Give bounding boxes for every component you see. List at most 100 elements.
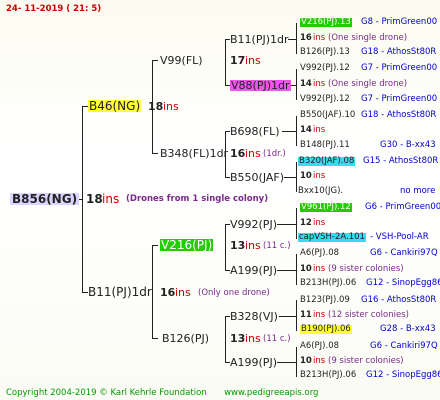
- gen4-ins-num: 10: [300, 356, 312, 366]
- gen4-queen-id[interactable]: V961(PJ).12: [300, 203, 352, 212]
- gen4-note: (9 sister colonies): [328, 356, 404, 366]
- root-ins-num: 18: [86, 192, 103, 206]
- website-link[interactable]: www.pedigreeapis.org: [224, 388, 318, 398]
- root-queen-id[interactable]: B856(NG): [10, 193, 80, 205]
- gen4-origin: G18 - AthosSt80R: [361, 110, 437, 120]
- connector: [282, 131, 296, 132]
- gen4-note: (12 sister colonies): [328, 310, 409, 320]
- sire-ins-num: 18: [148, 100, 164, 113]
- gen4-ins-num: 14: [300, 79, 312, 89]
- gen4-ins-word: ins: [313, 79, 326, 89]
- gen4-note: (One single drone): [328, 33, 408, 43]
- gen4-queen-id[interactable]: B126(PJ).13: [300, 48, 350, 57]
- dam-ins-word: ins: [175, 286, 191, 299]
- gen4-queen-id[interactable]: B213H(PJ).06: [300, 279, 356, 288]
- gen2-note: (11 c.): [263, 241, 291, 251]
- gen4-ins-word: ins: [313, 218, 326, 228]
- connector: [296, 300, 297, 331]
- connector: [277, 362, 296, 363]
- gen4-queen-id[interactable]: V992(PJ).12: [300, 95, 350, 104]
- connector: [277, 270, 296, 271]
- gen4-ins-word: ins: [313, 171, 326, 181]
- gen4-ins-num: 12: [300, 218, 312, 228]
- gen4-queen-id[interactable]: A6(PJ).08: [300, 342, 339, 351]
- gen3-queen-id[interactable]: B11(PJ)1dr: [230, 34, 289, 45]
- gen4-queen-id[interactable]: B148(PJ).11: [300, 141, 350, 150]
- gen4-origin: G8 - PrimGreen00: [361, 17, 438, 27]
- gen4-queen-id[interactable]: capVSH-2A.101: [298, 233, 366, 242]
- gen4-ins-num: 10: [300, 171, 312, 181]
- gen4-origin: G18 - AthosSt80R: [361, 47, 437, 57]
- generation-date: 24- 11-2019 ( 21: 5): [6, 4, 102, 14]
- dam-queen-id[interactable]: B11(PJ)1dr: [88, 286, 152, 298]
- gen4-origin: no more: [400, 186, 436, 196]
- connector: [296, 116, 297, 146]
- gen4-origin: G6 - PrimGreen00: [365, 202, 440, 212]
- connector: [296, 162, 297, 192]
- dam-ins-num: 16: [160, 286, 176, 299]
- gen4-queen-id[interactable]: V216(PJ).13: [300, 18, 352, 27]
- gen3-queen-id[interactable]: B698(FL): [230, 126, 280, 137]
- connector: [284, 177, 296, 178]
- gen4-ins-num: 10: [300, 264, 312, 274]
- gen2-ins-num: 17: [230, 54, 246, 67]
- gen2-queen-id[interactable]: B348(FL)1dr: [160, 148, 228, 159]
- connector: [152, 245, 158, 246]
- gen2-ins-num: 16: [230, 147, 246, 160]
- gen3-queen-id[interactable]: V88(PJ)1dr: [230, 80, 291, 91]
- root-ins-word: ins: [102, 192, 120, 206]
- gen4-ins-num: 14: [300, 125, 312, 135]
- connector: [290, 85, 296, 86]
- gen2-ins-num: 13: [230, 239, 246, 252]
- gen4-queen-id[interactable]: B320(JAF).08: [298, 157, 356, 166]
- connector: [152, 338, 158, 339]
- connector: [296, 254, 297, 285]
- gen4-origin: G6 - Cankiri97Q: [370, 341, 438, 351]
- gen3-queen-id[interactable]: V992(PJ): [230, 219, 277, 230]
- connector: [288, 39, 296, 40]
- gen4-origin: G12 - SinopEgg86R: [366, 370, 440, 380]
- connector: [279, 316, 296, 317]
- gen4-queen-id[interactable]: B213H(PJ).06: [300, 371, 356, 380]
- gen2-ins-num: 13: [230, 332, 246, 345]
- gen4-ins-word: ins: [313, 264, 326, 274]
- connector: [152, 60, 158, 61]
- gen4-queen-id[interactable]: A6(PJ).08: [300, 249, 339, 258]
- gen4-queen-id[interactable]: V992(PJ).12: [300, 64, 350, 73]
- copyright-text: Copyright 2004-2019 © Karl Kehrle Founda…: [6, 388, 207, 398]
- gen4-origin: - VSH-Pool-AR: [370, 232, 429, 242]
- connector: [152, 153, 158, 154]
- dam-note: (Only one drone): [198, 288, 270, 298]
- connector: [296, 23, 297, 54]
- gen4-queen-id[interactable]: B190(PJ).06: [300, 325, 352, 334]
- gen3-queen-id[interactable]: B550(JAF): [230, 172, 284, 183]
- connector: [82, 106, 83, 292]
- gen2-note: (11 c.): [263, 334, 291, 344]
- gen4-note: (9 sister colonies): [328, 264, 404, 274]
- gen2-queen-id[interactable]: V99(FL): [160, 55, 203, 66]
- gen4-ins-num: 16: [300, 33, 312, 43]
- gen3-queen-id[interactable]: A199(PJ): [230, 265, 277, 276]
- gen2-queen-id[interactable]: B126(PJ): [162, 333, 209, 344]
- gen4-origin: G7 - PrimGreen00: [361, 63, 438, 73]
- connector: [296, 208, 297, 239]
- gen2-ins-word: ins: [245, 54, 261, 67]
- root-note: (Drones from 1 single colony): [126, 194, 269, 204]
- gen3-queen-id[interactable]: A199(PJ): [230, 357, 277, 368]
- gen4-ins-num: 11: [300, 310, 312, 320]
- gen2-queen-id[interactable]: V216(PJ): [160, 239, 214, 251]
- connector: [225, 39, 226, 85]
- gen4-queen-id[interactable]: B550(JAF).10: [300, 111, 355, 120]
- gen4-ins-word: ins: [313, 33, 326, 43]
- sire-queen-id[interactable]: B46(NG): [88, 100, 142, 112]
- gen4-origin: G30 - B-xx43: [380, 140, 436, 150]
- sire-ins-word: ins: [163, 100, 179, 113]
- connector: [225, 316, 226, 362]
- gen2-ins-word: ins: [245, 239, 261, 252]
- gen4-queen-id[interactable]: B123(PJ).09: [300, 296, 350, 305]
- gen4-origin: G6 - Cankiri97Q: [370, 248, 438, 258]
- gen2-ins-word: ins: [245, 147, 261, 160]
- gen3-queen-id[interactable]: B328(VJ): [230, 311, 278, 322]
- gen4-origin: G16 - AthosSt80R: [361, 295, 437, 305]
- gen4-queen-id[interactable]: Bxx10(JG).: [298, 187, 343, 196]
